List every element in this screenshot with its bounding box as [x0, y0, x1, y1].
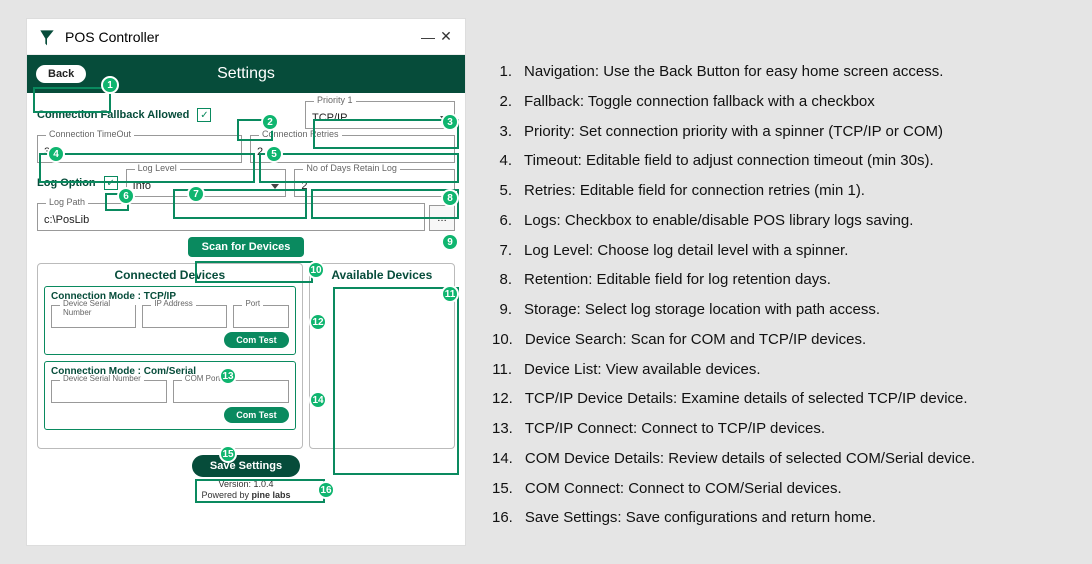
scan-devices-button[interactable]: Scan for Devices	[188, 237, 305, 257]
chevron-down-icon	[271, 184, 279, 189]
retries-value: 2	[257, 146, 448, 158]
app-logo-icon	[37, 27, 57, 47]
connected-devices-panel: Connected Devices Connection Mode : TCP/…	[37, 263, 303, 449]
badge-11: 11	[441, 285, 459, 303]
titlebar: POS Controller — ✕	[27, 19, 465, 55]
note-item: 2.Fallback: Toggle connection fallback w…	[492, 93, 1072, 112]
loglevel-legend: Log Level	[135, 163, 180, 173]
note-item: 8.Retention: Editable field for log rete…	[492, 271, 1072, 290]
browse-button[interactable]: …	[429, 205, 455, 231]
logpath-field[interactable]: Log Path c:\PosLib	[37, 203, 425, 231]
badge-4: 4	[47, 145, 65, 163]
save-settings-button[interactable]: Save Settings	[192, 455, 300, 477]
note-item: 7.Log Level: Choose log detail level wit…	[492, 242, 1072, 261]
note-item: 15.COM Connect: Connect to COM/Serial de…	[492, 480, 1072, 499]
badge-5: 5	[265, 145, 283, 163]
tcp-ip-field[interactable]: IP Address	[142, 305, 227, 328]
badge-7: 7	[187, 185, 205, 203]
note-item: 11.Device List: View available devices.	[492, 361, 1072, 380]
vendor-label: pine labs	[252, 490, 291, 500]
badge-9: 9	[441, 233, 459, 251]
priority-select[interactable]: Priority 1 TCP/IP	[305, 101, 455, 129]
badge-8: 8	[441, 189, 459, 207]
badge-14: 14	[309, 391, 327, 409]
logopt-checkbox[interactable]: ✓	[104, 176, 118, 190]
close-button[interactable]: ✕	[437, 28, 455, 45]
device-card-tcpip: Connection Mode : TCP/IP Device Serial N…	[44, 286, 296, 355]
note-item: 1.Navigation: Use the Back Button for ea…	[492, 63, 1072, 82]
tcp-comtest-button[interactable]: Com Test	[224, 332, 288, 348]
badge-6: 6	[117, 187, 135, 205]
logpath-legend: Log Path	[46, 197, 88, 207]
badge-10: 10	[307, 261, 325, 279]
header-bar: Back Settings	[27, 55, 465, 93]
footer: Version: 1.0.4 Powered by pine labs	[37, 479, 455, 502]
retain-legend: No of Days Retain Log	[303, 163, 400, 173]
badge-15: 15	[219, 445, 237, 463]
version-label: Version: 1.0.4	[37, 479, 455, 490]
tcp-port-field[interactable]: Port	[233, 305, 288, 328]
note-item: 9.Storage: Select log storage location w…	[492, 301, 1072, 320]
fallback-checkbox[interactable]: ✓	[197, 108, 211, 122]
badge-13: 13	[219, 367, 237, 385]
note-item: 10.Device Search: Scan for COM and TCP/I…	[492, 331, 1072, 350]
badge-16: 16	[317, 481, 335, 499]
fallback-label: Connection Fallback Allowed	[37, 109, 189, 121]
note-item: 12.TCP/IP Device Details: Examine detail…	[492, 390, 1072, 409]
app-window: 1 2 3 4 5 6 7 8 9 10 11 12 13 14 15 16 P…	[26, 18, 466, 546]
explanation-list: 1.Navigation: Use the Back Button for ea…	[492, 18, 1072, 546]
page-title: Settings	[217, 65, 275, 83]
priority-value: TCP/IP	[312, 112, 440, 124]
available-title: Available Devices	[316, 268, 448, 282]
minimize-button[interactable]: —	[419, 29, 437, 45]
note-item: 14.COM Device Details: Review details of…	[492, 450, 1072, 469]
note-item: 13.TCP/IP Connect: Connect to TCP/IP dev…	[492, 420, 1072, 439]
note-item: 4.Timeout: Editable field to adjust conn…	[492, 152, 1072, 171]
available-devices-panel: Available Devices	[309, 263, 455, 449]
timeout-field[interactable]: Connection TimeOut 30	[37, 135, 242, 163]
retain-field[interactable]: No of Days Retain Log 2	[294, 169, 455, 197]
device-card-comserial: Connection Mode : Com/Serial Device Seri…	[44, 361, 296, 430]
back-button[interactable]: Back	[35, 64, 87, 84]
com-serial-field[interactable]: Device Serial Number	[51, 380, 167, 403]
logpath-value: c:\PosLib	[44, 214, 418, 226]
powered-label: Powered by	[201, 490, 249, 500]
badge-2: 2	[261, 113, 279, 131]
notes-list: 1.Navigation: Use the Back Button for ea…	[492, 63, 1072, 528]
note-item: 5.Retries: Editable field for connection…	[492, 182, 1072, 201]
timeout-legend: Connection TimeOut	[46, 129, 134, 139]
note-item: 16.Save Settings: Save configurations an…	[492, 509, 1072, 528]
window-title: POS Controller	[65, 29, 419, 45]
logopt-label: Log Option	[37, 177, 96, 189]
loglevel-select[interactable]: Log Level Info	[126, 169, 287, 197]
com-comtest-button[interactable]: Com Test	[224, 407, 288, 423]
badge-12: 12	[309, 313, 327, 331]
note-item: 3.Priority: Set connection priority with…	[492, 123, 1072, 142]
tcp-serial-field[interactable]: Device Serial Number	[51, 305, 136, 328]
timeout-value: 30	[44, 146, 235, 158]
retain-value: 2	[301, 180, 448, 192]
priority-legend: Priority 1	[314, 95, 356, 105]
connected-title: Connected Devices	[44, 268, 296, 282]
note-item: 6.Logs: Checkbox to enable/disable POS l…	[492, 212, 1072, 231]
badge-3: 3	[441, 113, 459, 131]
badge-1: 1	[101, 76, 119, 94]
